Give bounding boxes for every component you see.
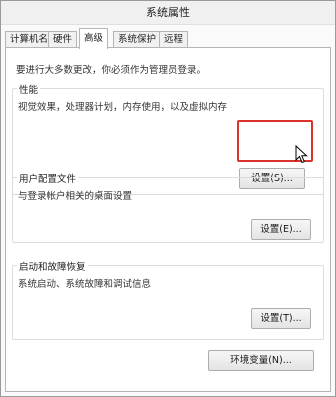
admin-note: 要进行大多数更改，你必须作为管理员登录。: [16, 65, 207, 76]
tab-computer-name[interactable]: 计算机名: [5, 31, 54, 48]
system-properties-window: 系统属性 计算机名 硬件 高级 系统保护 远程 要进行大多数更改，你必须作为管理…: [0, 0, 336, 397]
startup-recovery-title: 启动和故障恢复: [17, 259, 88, 273]
user-profiles-settings-button[interactable]: 设置(E)...: [251, 219, 311, 240]
tab-remote[interactable]: 远程: [159, 31, 189, 48]
startup-recovery-description: 系统启动、系统故障和调试信息: [18, 279, 152, 290]
user-profiles-title: 用户配置文件: [17, 171, 79, 185]
environment-variables-button[interactable]: 环境变量(N)...: [208, 350, 314, 371]
tab-advanced[interactable]: 高级: [79, 28, 109, 49]
tab-strip: 计算机名 硬件 高级 系统保护 远程: [5, 28, 333, 49]
performance-title: 性能: [17, 82, 41, 96]
advanced-tab-panel: 要进行大多数更改，你必须作为管理员登录。 性能 视觉效果，处理器计划，内存使用，…: [5, 47, 331, 392]
user-profiles-description: 与登录帐户相关的桌面设置: [18, 191, 133, 202]
startup-recovery-settings-button[interactable]: 设置(T)...: [251, 308, 311, 329]
tab-system-protection[interactable]: 系统保护: [113, 31, 162, 48]
startup-recovery-group: 启动和故障恢复 系统启动、系统故障和调试信息 设置(T)...: [12, 259, 324, 340]
tab-hardware[interactable]: 硬件: [48, 31, 78, 48]
performance-description: 视觉效果，处理器计划，内存使用，以及虚拟内存: [18, 102, 228, 113]
window-title: 系统属性: [1, 1, 335, 25]
mouse-pointer-icon: [295, 145, 308, 164]
user-profiles-group: 用户配置文件 与登录帐户相关的桌面设置 设置(E)...: [12, 171, 324, 243]
